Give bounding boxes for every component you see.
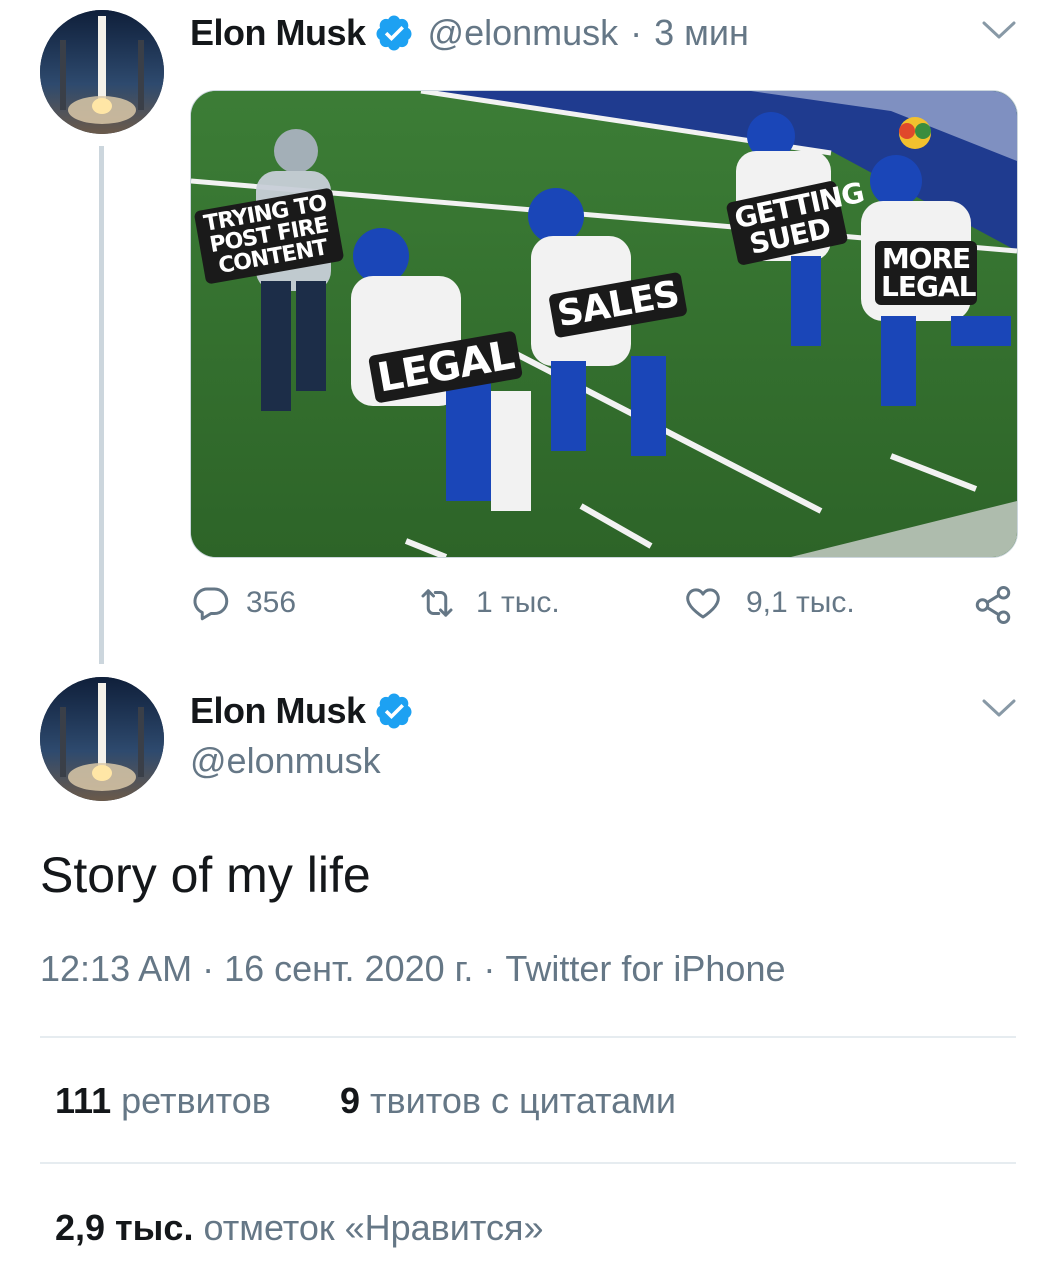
tweet-meta: 12:13 AM · 16 сент. 2020 г. · Twitter fo… bbox=[40, 948, 786, 989]
chevron-down-icon[interactable] bbox=[982, 20, 1016, 40]
tweet2-name-row: Elon Musk bbox=[190, 690, 414, 732]
author-handle-2[interactable]: @elonmusk bbox=[190, 740, 381, 782]
tweet-text: Story of my life bbox=[40, 847, 371, 903]
divider bbox=[40, 1036, 1016, 1038]
network-logo-icon bbox=[899, 117, 931, 149]
share-icon bbox=[975, 586, 1011, 624]
share-button[interactable] bbox=[972, 584, 1014, 626]
tweet-media-image[interactable]: TRYING TO POST FIRE CONTENT LEGAL SALES … bbox=[190, 90, 1018, 558]
tweet-timestamp[interactable]: 3 мин bbox=[654, 12, 749, 54]
reply-icon bbox=[193, 587, 229, 621]
retweet-count: 1 тыс. bbox=[476, 586, 560, 619]
like-stats[interactable]: 2,9 тыс. отметок «Нравится» bbox=[55, 1207, 544, 1249]
reply-count: 356 bbox=[246, 586, 297, 619]
likes-count: 2,9 тыс. bbox=[55, 1207, 194, 1248]
chevron-down-icon[interactable] bbox=[982, 698, 1016, 718]
reply-button[interactable]: 356 bbox=[190, 582, 296, 624]
rocket-launch-avatar-image bbox=[40, 677, 164, 801]
retweet-icon bbox=[421, 589, 453, 617]
like-icon bbox=[686, 588, 720, 619]
retweets-count: 111 bbox=[55, 1080, 112, 1121]
thread-connector-line bbox=[99, 146, 104, 664]
author-name[interactable]: Elon Musk bbox=[190, 12, 366, 54]
verified-badge-icon bbox=[376, 15, 412, 51]
author-avatar-2[interactable] bbox=[40, 677, 164, 801]
retweets-label: ретвитов bbox=[121, 1080, 271, 1121]
tweet1-header: Elon Musk @elonmusk · 3 мин bbox=[190, 12, 749, 54]
author-name-2[interactable]: Elon Musk bbox=[190, 690, 366, 732]
quotes-label: твитов с цитатами bbox=[370, 1080, 677, 1121]
retweet-button[interactable]: 1 тыс. bbox=[416, 582, 560, 624]
meme-label-more-legal: MORE LEGAL bbox=[875, 241, 977, 305]
divider bbox=[40, 1162, 1016, 1164]
like-count: 9,1 тыс. bbox=[746, 586, 855, 619]
meta-separator: · bbox=[630, 12, 643, 53]
rocket-launch-avatar-image bbox=[40, 10, 164, 134]
retweet-stats[interactable]: 111 ретвитов bbox=[55, 1080, 271, 1122]
quote-stats[interactable]: 9 твитов с цитатами bbox=[340, 1080, 676, 1122]
verified-badge-icon bbox=[376, 693, 412, 729]
author-handle[interactable]: @elonmusk bbox=[428, 12, 619, 54]
author-avatar[interactable] bbox=[40, 10, 164, 134]
likes-label: отметок «Нравится» bbox=[203, 1207, 544, 1248]
quotes-count: 9 bbox=[340, 1080, 361, 1121]
like-button[interactable]: 9,1 тыс. bbox=[682, 582, 855, 624]
